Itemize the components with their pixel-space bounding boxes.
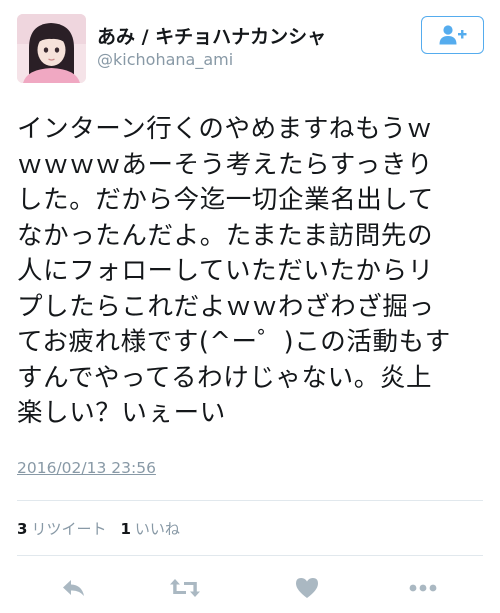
avatar-image bbox=[17, 14, 86, 83]
reply-button[interactable] bbox=[54, 568, 94, 608]
reply-icon bbox=[63, 580, 84, 596]
add-user-icon bbox=[439, 25, 466, 45]
more-icon bbox=[409, 584, 437, 592]
display-name[interactable]: あみ / キチョハナカンシャ bbox=[97, 22, 326, 49]
tweet-text: インターン行くのやめますねもうｗ ｗｗｗｗあーそう考えたらすっきり した。だから… bbox=[17, 114, 451, 428]
more-button[interactable] bbox=[403, 568, 443, 608]
avatar[interactable] bbox=[17, 14, 86, 83]
tweet-actions bbox=[0, 568, 500, 608]
retweet-icon bbox=[170, 579, 200, 597]
likes-count: 1 bbox=[120, 520, 131, 538]
user-handle[interactable]: @kichohana_ami bbox=[97, 50, 233, 69]
tweet-header: あみ / キチョハナカンシャ @kichohana_ami bbox=[0, 0, 500, 100]
likes-label: いいね bbox=[134, 520, 180, 538]
retweets-label: リツイート bbox=[31, 520, 107, 538]
follow-button[interactable] bbox=[421, 16, 484, 54]
heart-icon bbox=[296, 578, 318, 598]
divider bbox=[17, 500, 483, 501]
retweets-count: 3 bbox=[17, 520, 28, 538]
divider bbox=[17, 555, 483, 556]
tweet-timestamp[interactable]: 2016/02/13 23:56 bbox=[17, 459, 156, 477]
like-button[interactable] bbox=[287, 568, 327, 608]
retweet-button[interactable] bbox=[165, 568, 205, 608]
likes-stat[interactable]: 1 いいね bbox=[120, 518, 179, 539]
tweet-stats: 3 リツイート 1 いいね bbox=[17, 518, 194, 539]
retweets-stat[interactable]: 3 リツイート bbox=[17, 518, 106, 539]
